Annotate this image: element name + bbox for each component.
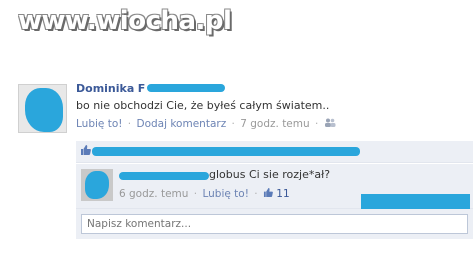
avatar-redaction	[25, 88, 63, 132]
watermark-logo: www.wiocha.pl	[18, 6, 232, 36]
comment-meta: 6 godz. temu · Lubię to! · 11	[119, 188, 290, 200]
separator-dot: ·	[127, 118, 132, 130]
like-link[interactable]: Lubię to!	[76, 118, 122, 130]
like-thumb-icon	[80, 145, 91, 158]
audience-friends-icon[interactable]	[324, 118, 336, 130]
commenter-name-redaction	[119, 172, 209, 180]
author-surname-redaction	[147, 83, 226, 92]
separator-dot: ·	[254, 188, 258, 200]
add-comment-link[interactable]: Dodaj komentarz	[136, 118, 226, 130]
commenter-avatar[interactable]	[81, 169, 113, 201]
author-row: Dominika F	[76, 82, 226, 96]
post-actions: Lubię to! · Dodaj komentarz · 7 godz. te…	[76, 118, 336, 130]
comment-like-link[interactable]: Lubię to!	[202, 188, 248, 200]
comment-text: globus Ci sie rozje*ał?	[209, 168, 331, 181]
author-name[interactable]: Dominika	[76, 82, 134, 95]
reply-box	[76, 209, 473, 239]
comment-like-count[interactable]: 11	[276, 188, 289, 200]
comment-timestamp[interactable]: 6 godz. temu	[119, 188, 188, 200]
author-initial[interactable]: F	[138, 82, 146, 95]
post-text: bo nie obchodzi Cie, że byłeś całym świa…	[76, 99, 330, 112]
avatar-redaction	[85, 171, 109, 199]
separator-dot: ·	[231, 118, 235, 130]
comment-input[interactable]	[81, 214, 468, 234]
separator-dot: ·	[315, 118, 319, 130]
author-avatar[interactable]	[18, 84, 67, 133]
post-timestamp[interactable]: 7 godz. temu	[240, 118, 309, 130]
likes-bar	[76, 141, 473, 163]
likers-names-redaction	[92, 147, 360, 156]
comment-like-thumb-icon[interactable]	[263, 188, 276, 200]
separator-dot: ·	[193, 188, 198, 200]
